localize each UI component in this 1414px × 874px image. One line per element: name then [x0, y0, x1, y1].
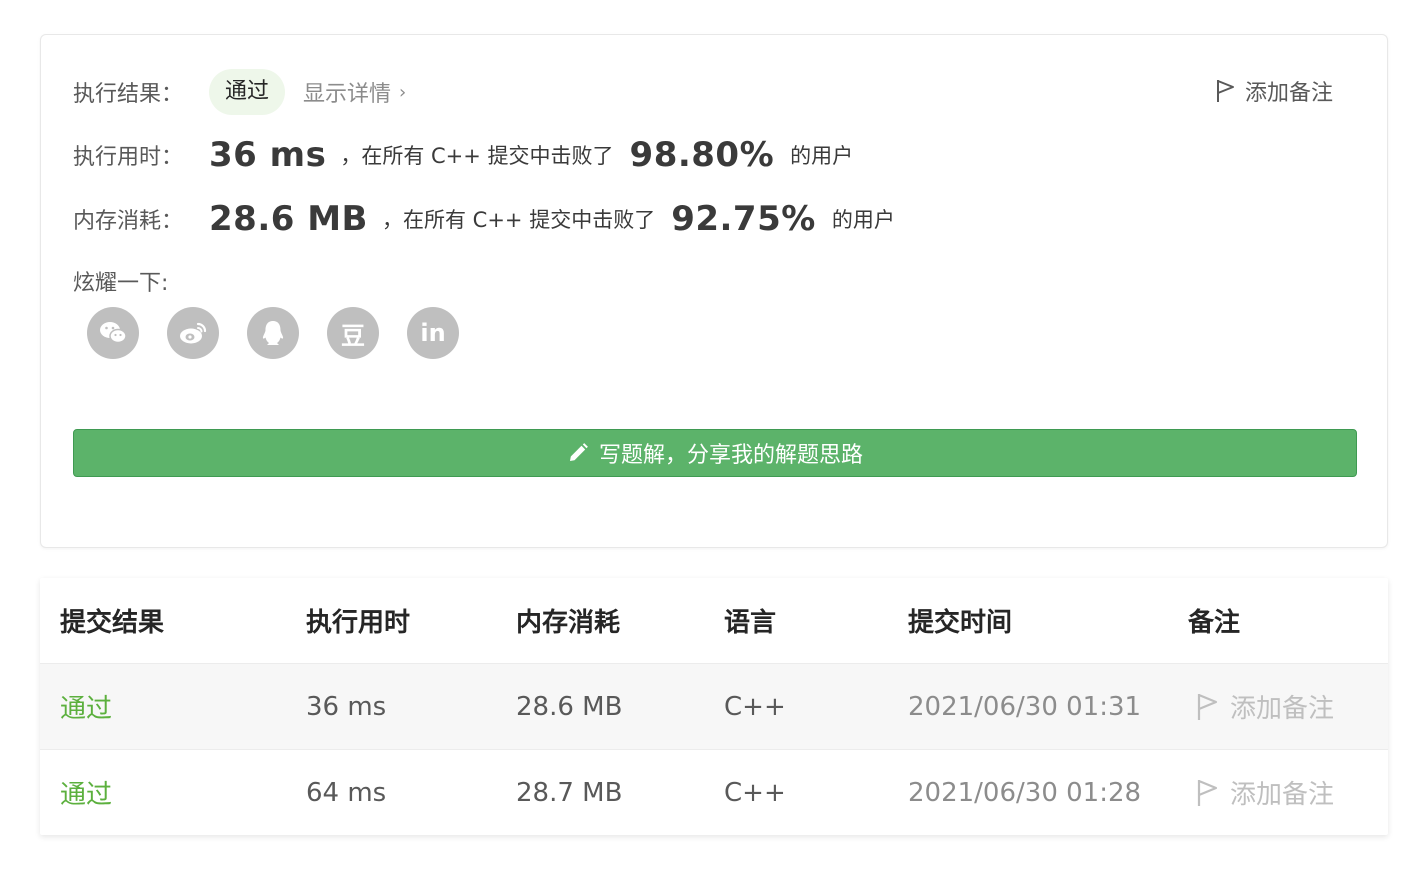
- douban-icon[interactable]: 豆: [327, 307, 379, 359]
- runtime-text: ，在所有 C++ 提交中击败了: [340, 144, 614, 168]
- share-label: 炫耀一下:: [73, 271, 169, 296]
- header-notes: 备注: [1188, 608, 1241, 638]
- row-add-note-button[interactable]: 添加备注: [1196, 664, 1334, 749]
- header-runtime: 执行用时: [306, 608, 411, 638]
- show-details-link[interactable]: 显示详情 ›: [303, 76, 406, 108]
- row-submit-time: 2021/06/30 01:28: [908, 777, 1142, 808]
- add-note-button[interactable]: 添加备注: [1215, 75, 1333, 107]
- write-solution-label: 写题解，分享我的解题思路: [598, 443, 863, 468]
- wechat-icon[interactable]: [87, 307, 139, 359]
- linkedin-icon[interactable]: in: [407, 307, 459, 359]
- memory-text: ，在所有 C++ 提交中击败了: [381, 208, 656, 232]
- runtime-row: 执行用时： 36 ms ，在所有 C++ 提交中击败了 98.80% 的用户: [73, 135, 853, 175]
- runtime-percent: 98.80%: [629, 135, 775, 175]
- row-language: C++: [724, 691, 786, 722]
- write-solution-button[interactable]: 写题解，分享我的解题思路: [73, 429, 1357, 477]
- header-submit-time: 提交时间: [908, 608, 1013, 638]
- row-add-note-label: 添加备注: [1230, 694, 1335, 724]
- row-runtime: 64 ms: [306, 777, 387, 808]
- memory-percent: 92.75%: [671, 199, 816, 239]
- result-card: 执行结果： 通过 显示详情 › 添加备注 执行用时： 36 ms ，在所有 C+…: [40, 34, 1388, 548]
- flag-icon: [1216, 80, 1234, 102]
- qq-icon[interactable]: [247, 307, 299, 359]
- memory-suffix: 的用户: [831, 208, 895, 232]
- row-memory: 28.6 MB: [516, 691, 623, 722]
- share-row: 炫耀一下:: [73, 265, 209, 297]
- result-label: 执行结果：: [73, 82, 184, 107]
- header-language: 语言: [724, 608, 777, 638]
- row-status-link[interactable]: 通过: [60, 750, 112, 835]
- status-badge: 通过: [209, 69, 286, 115]
- runtime-value: 36 ms: [209, 135, 327, 175]
- table-header: 提交结果 执行用时 内存消耗 语言 提交时间 备注: [40, 578, 1388, 663]
- pencil-icon: [569, 443, 588, 461]
- row-language: C++: [724, 777, 786, 808]
- show-details-label: 显示详情: [303, 82, 392, 107]
- header-status: 提交结果: [60, 608, 165, 638]
- result-row: 执行结果： 通过 显示详情 ›: [73, 69, 406, 115]
- weibo-icon[interactable]: [167, 307, 219, 359]
- row-memory: 28.7 MB: [516, 777, 623, 808]
- row-submit-time: 2021/06/30 01:31: [908, 691, 1142, 722]
- header-memory: 内存消耗: [516, 608, 621, 638]
- runtime-label: 执行用时：: [73, 145, 184, 170]
- share-icons: 豆 in: [87, 307, 459, 359]
- flag-icon: [1197, 693, 1218, 720]
- chevron-right-icon: ›: [399, 81, 407, 103]
- memory-label: 内存消耗：: [73, 209, 184, 234]
- row-add-note-label: 添加备注: [1230, 780, 1335, 810]
- add-note-label: 添加备注: [1244, 81, 1333, 106]
- runtime-suffix: 的用户: [790, 144, 854, 168]
- row-runtime: 36 ms: [306, 691, 387, 722]
- submissions-table: 提交结果 执行用时 内存消耗 语言 提交时间 备注 通过 36 ms 28.6 …: [40, 578, 1388, 835]
- flag-icon: [1197, 779, 1218, 806]
- table-row[interactable]: 通过 64 ms 28.7 MB C++ 2021/06/30 01:28 添加…: [40, 749, 1388, 835]
- row-status-link[interactable]: 通过: [60, 664, 112, 749]
- table-row[interactable]: 通过 36 ms 28.6 MB C++ 2021/06/30 01:31 添加…: [40, 663, 1388, 749]
- memory-value: 28.6 MB: [209, 199, 368, 239]
- memory-row: 内存消耗： 28.6 MB ，在所有 C++ 提交中击败了 92.75% 的用户: [73, 199, 895, 239]
- row-add-note-button[interactable]: 添加备注: [1196, 750, 1334, 835]
